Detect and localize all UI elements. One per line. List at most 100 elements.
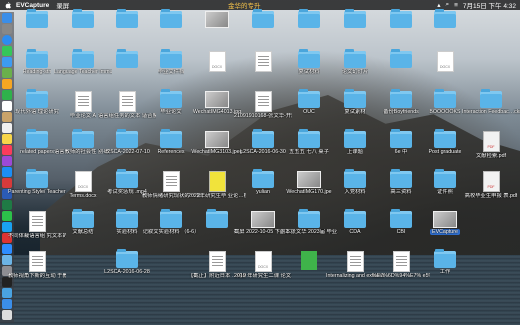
folder-icon bbox=[434, 89, 456, 108]
folder-icon bbox=[26, 49, 48, 68]
search-icon[interactable]: ⌕ bbox=[445, 1, 449, 9]
folder-icon bbox=[252, 129, 274, 148]
document-icon bbox=[118, 91, 136, 112]
folder-icon bbox=[160, 9, 182, 28]
folder-icon bbox=[26, 9, 48, 28]
document-icon bbox=[436, 51, 454, 72]
folder-icon bbox=[116, 249, 138, 268]
desktop-file[interactable]: 高校毕业生申报 表.pdf bbox=[462, 171, 520, 199]
folder-icon bbox=[26, 89, 48, 108]
folder-icon bbox=[390, 169, 412, 188]
desktop-item-label: CDA bbox=[349, 229, 361, 235]
photos-icon[interactable] bbox=[2, 79, 12, 89]
folder-icon bbox=[116, 49, 138, 68]
document-icon bbox=[74, 171, 92, 192]
document-icon bbox=[74, 91, 92, 112]
folder-icon bbox=[72, 9, 94, 28]
trash-icon[interactable] bbox=[2, 310, 12, 320]
desktop-item-label: 记叙文实验材料 （6-6） bbox=[142, 229, 200, 235]
folder-icon bbox=[26, 169, 48, 188]
folder-icon bbox=[298, 49, 320, 68]
desktop-file[interactable]: 教师视角下新的互动 于教育素…下 .pdf bbox=[8, 251, 66, 279]
desktop-item-label: 毕业文件档 bbox=[157, 69, 185, 75]
document-icon bbox=[254, 91, 272, 112]
desktop-item-label: 2019 年研究生二课 论文…开题.docx bbox=[234, 273, 292, 279]
desktop-item-label: EVCapture bbox=[430, 229, 460, 235]
clock[interactable]: 7月15日 下午 4:32 bbox=[463, 0, 516, 10]
excel-icon[interactable] bbox=[2, 200, 12, 210]
image-icon bbox=[205, 11, 229, 28]
desktop-item-label: 上课题 bbox=[347, 149, 363, 155]
document-icon bbox=[392, 251, 410, 272]
document-icon bbox=[254, 51, 272, 72]
folder-icon bbox=[116, 169, 138, 188]
folder-icon bbox=[434, 9, 456, 28]
image-icon bbox=[251, 211, 275, 228]
desktop-item-label: 考试奖惩规 .mp4 bbox=[107, 189, 147, 195]
document-icon bbox=[482, 171, 500, 192]
folder-icon bbox=[160, 129, 182, 148]
desktop-folder[interactable]: L2SCA-2016-06-28 bbox=[98, 249, 156, 275]
folder-icon bbox=[160, 49, 182, 68]
menu-record[interactable]: 录屏 bbox=[56, 0, 69, 10]
wifi-icon[interactable]: ▴ bbox=[437, 1, 440, 9]
desktop-item-label: 毕业论文 A bbox=[69, 113, 97, 119]
desktop-item-label: Language Teacher Immunity bbox=[54, 69, 112, 75]
downloads-icon[interactable] bbox=[2, 299, 12, 309]
folder-icon bbox=[344, 9, 366, 28]
folder-icon bbox=[434, 169, 456, 188]
folder-icon bbox=[390, 209, 412, 228]
desktop-file[interactable]: EVCapture bbox=[416, 211, 474, 235]
image-icon bbox=[433, 211, 457, 228]
document-icon bbox=[254, 251, 272, 272]
desktop-file[interactable] bbox=[416, 51, 474, 73]
folder-icon bbox=[252, 9, 274, 28]
folder-icon bbox=[72, 209, 94, 228]
desktop-item-label: 备份Boyfriends bbox=[383, 109, 419, 115]
desktop-item-label: L2SCA-2016-06-30 bbox=[240, 149, 286, 155]
desktop-item-label: OUC bbox=[303, 109, 315, 115]
folder-icon bbox=[116, 9, 138, 28]
desktop-item-label: 复试素材 bbox=[344, 109, 366, 115]
folder-icon bbox=[434, 249, 456, 268]
folder-icon bbox=[344, 209, 366, 228]
app-menu[interactable]: EVCapture bbox=[16, 2, 49, 9]
desktop-folder[interactable]: 工作 bbox=[416, 249, 474, 275]
folder-icon bbox=[298, 209, 320, 228]
folder-icon bbox=[252, 169, 274, 188]
apple-icon[interactable] bbox=[5, 1, 11, 9]
folder-icon bbox=[206, 209, 228, 228]
image-icon bbox=[205, 131, 229, 148]
podcasts-icon[interactable] bbox=[2, 156, 12, 166]
folder-icon bbox=[72, 129, 94, 148]
desktop-item-label: WechatIMG170.jpe bbox=[286, 189, 332, 195]
desktop-item-label: 五五五 七八 桌子 bbox=[288, 149, 330, 155]
desktop-item-label: Reading-sth bbox=[22, 69, 52, 75]
folder-icon bbox=[344, 129, 366, 148]
desktop-item-label: CBI bbox=[396, 229, 406, 235]
desktop-item-label: related papers bbox=[20, 149, 54, 155]
document-icon bbox=[482, 131, 500, 152]
document-icon bbox=[28, 211, 46, 232]
safari-icon[interactable] bbox=[2, 35, 12, 45]
folder-icon bbox=[344, 49, 366, 68]
document-icon bbox=[301, 251, 317, 270]
desktop-item-label: 证件照 bbox=[437, 189, 453, 195]
desktop-item-label: L2SCA-2016-06-28 bbox=[104, 269, 150, 275]
desktop-folder[interactable] bbox=[416, 9, 474, 29]
desktop-file[interactable]: 文献检索.pdf bbox=[462, 131, 520, 159]
folder-icon bbox=[480, 89, 502, 108]
desktop-folder[interactable]: Interaction Feedbac…cknj.pdf bbox=[462, 89, 520, 115]
control-center-icon[interactable]: ≡ bbox=[454, 2, 458, 9]
folder-icon bbox=[344, 169, 366, 188]
desktop-item-label: References bbox=[157, 149, 185, 155]
desktop-item-label: 现代外语 理论研究 bbox=[15, 109, 59, 115]
desktop-item-label: 高三资料 bbox=[390, 189, 412, 195]
evcapture-icon[interactable] bbox=[2, 288, 12, 298]
folder-icon bbox=[298, 89, 320, 108]
folder-icon bbox=[298, 129, 320, 148]
folder-icon bbox=[390, 129, 412, 148]
folder-icon bbox=[160, 89, 182, 108]
desktop: Reading-sthLanguage Teacher Immunity 毕业文件… bbox=[8, 9, 520, 323]
document-icon bbox=[208, 251, 226, 272]
